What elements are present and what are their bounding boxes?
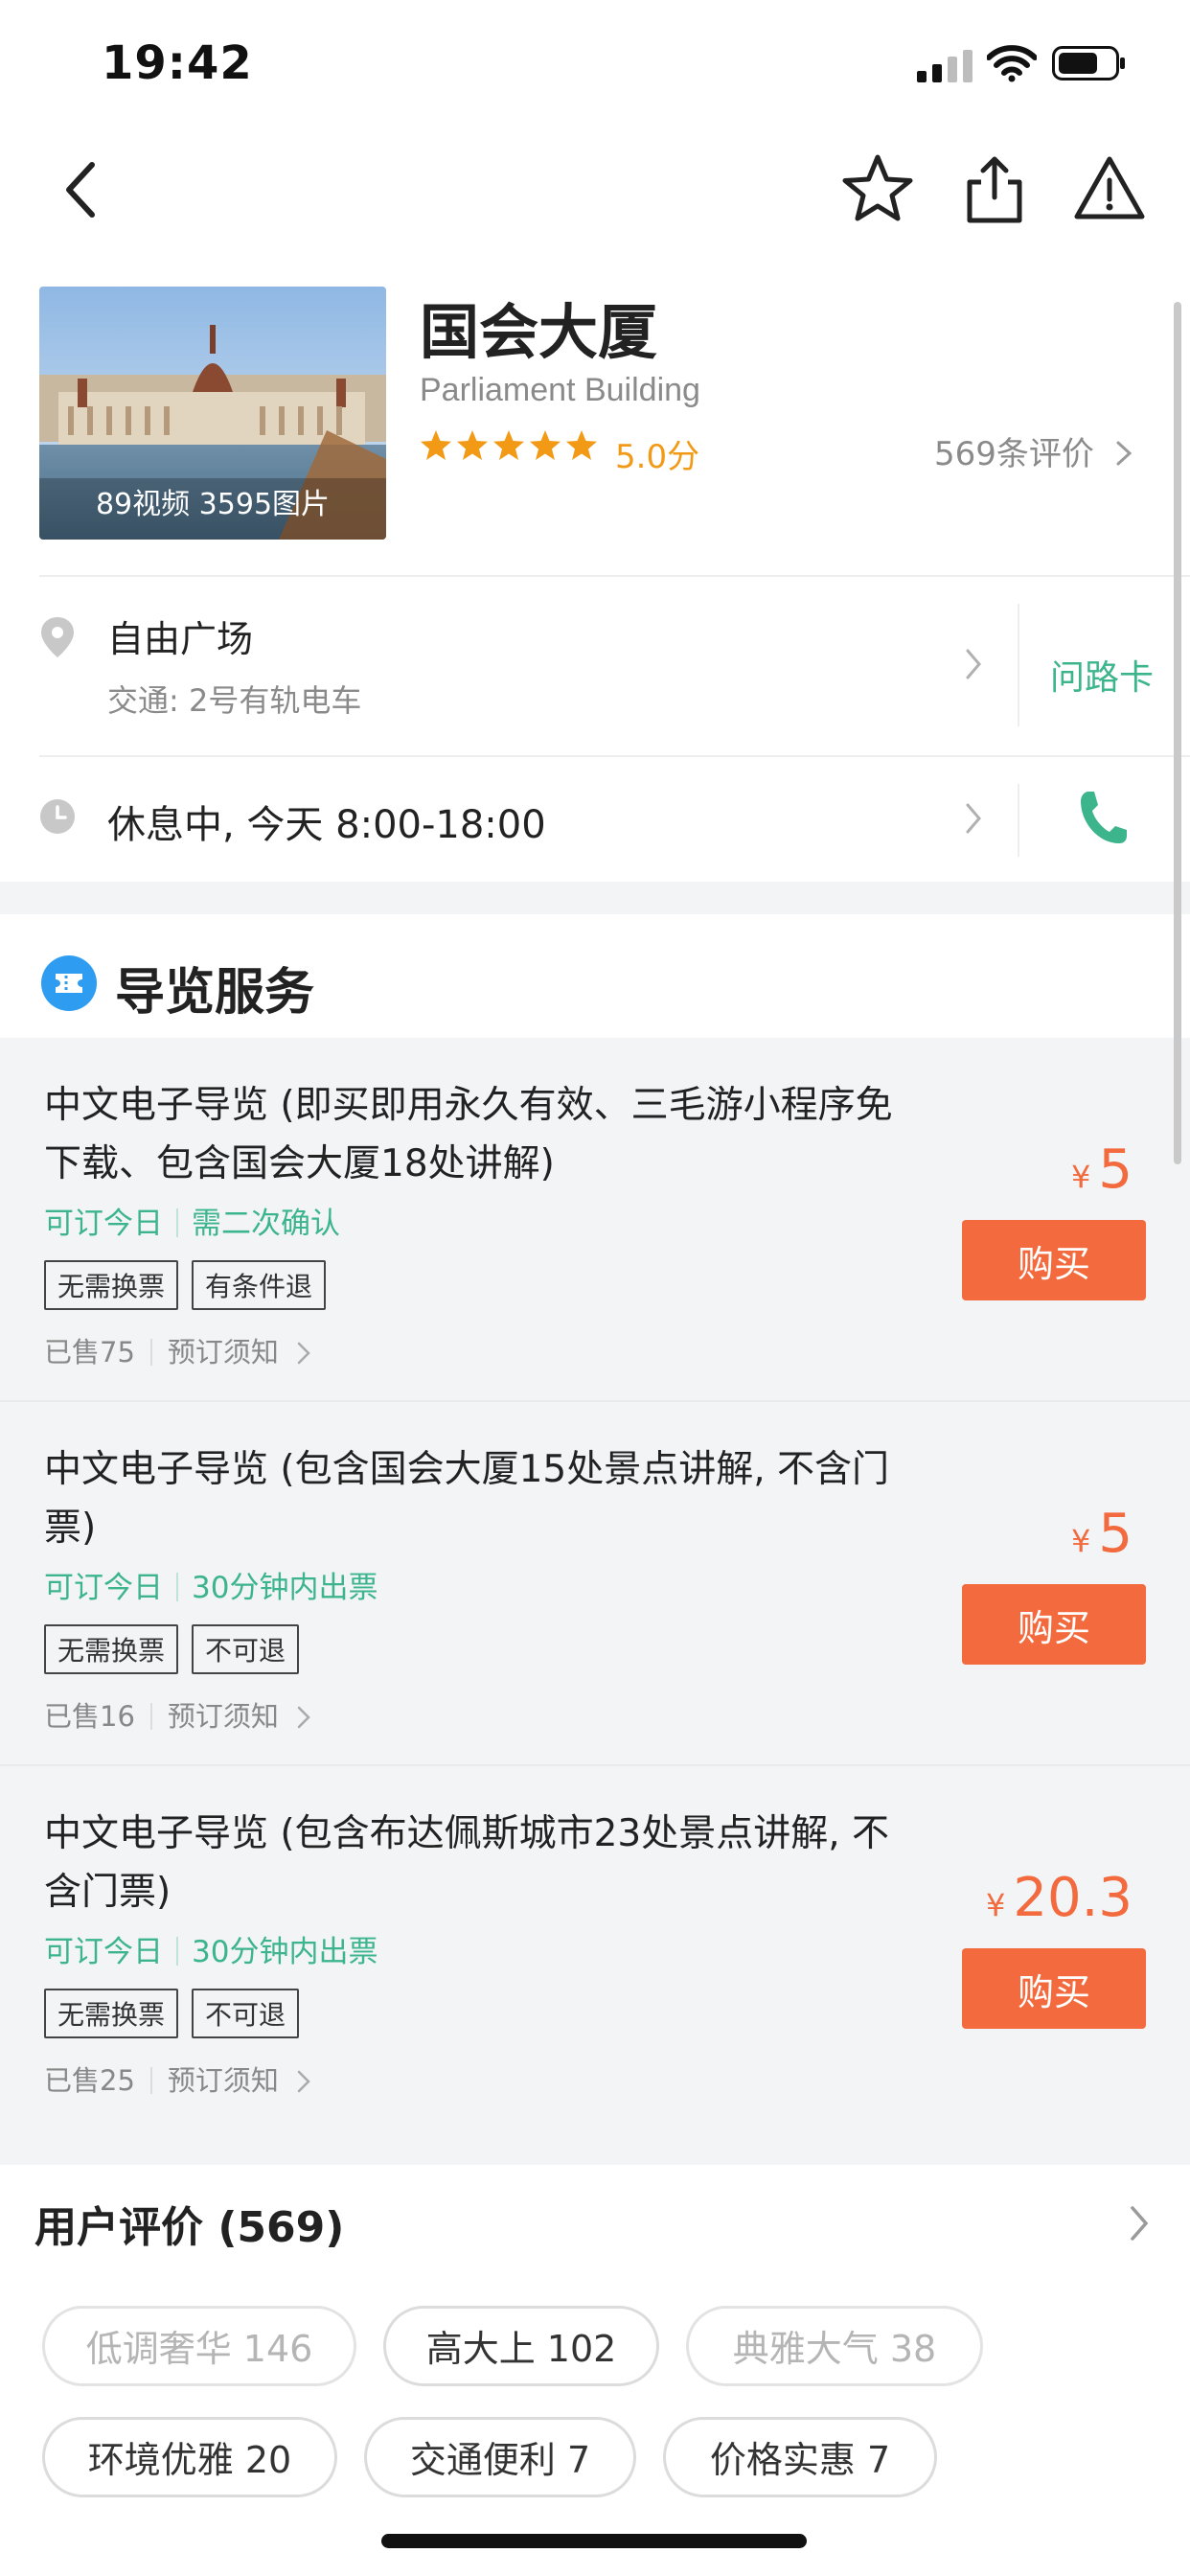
book-today-tag: 可订今日	[44, 1935, 163, 1969]
opening-hours: 休息中, 今天 8:00-18:00	[107, 803, 546, 847]
no-exchange-chip: 无需换票	[44, 1624, 179, 1674]
ticket-icon	[41, 955, 97, 1011]
currency-symbol: ¥	[985, 1887, 1006, 1923]
direction-card-button[interactable]: 问路卡	[1050, 650, 1154, 700]
cellular-signal-icon	[917, 50, 973, 82]
confirm-tag: 需二次确认	[192, 1207, 340, 1241]
guide-item[interactable]: 中文电子导览 (包含国会大厦15处景点讲解, 不含门票) 可订今日 30分钟内出票…	[0, 1402, 1190, 1766]
chevron-right-icon	[966, 649, 981, 679]
price-value: 5	[1098, 1138, 1133, 1201]
booking-notice-link[interactable]: 预订须知	[168, 1336, 279, 1368]
refund-policy-chip: 有条件退	[192, 1260, 327, 1310]
no-exchange-chip: 无需换票	[44, 1989, 179, 2038]
booking-notice-link[interactable]: 预订须知	[168, 1700, 279, 1733]
location-name: 自由广场	[107, 618, 254, 660]
book-today-tag: 可订今日	[44, 1207, 163, 1241]
buy-button[interactable]: 购买	[962, 1220, 1146, 1300]
currency-symbol: ¥	[1071, 1523, 1091, 1559]
chevron-right-icon	[966, 803, 981, 834]
ticket-issue-tag: 30分钟内出票	[192, 1571, 378, 1605]
review-tag[interactable]: 高大上 102	[383, 2306, 659, 2386]
section-gap	[0, 2130, 1190, 2165]
chevron-right-icon	[297, 1342, 310, 1365]
currency-symbol: ¥	[1071, 1159, 1091, 1195]
battery-icon	[1052, 46, 1125, 80]
home-indicator[interactable]	[381, 2534, 807, 2548]
guide-item[interactable]: 中文电子导览 (即买即用永久有效、三毛游小程序免下载、包含国会大厦18处讲解) …	[0, 1038, 1190, 1402]
guide-item-price: ¥20.3	[986, 1867, 1133, 1929]
wifi-icon	[987, 45, 1037, 82]
book-today-tag: 可订今日	[44, 1571, 163, 1605]
guide-item-meta: 已售75 预订须知	[44, 1330, 312, 1370]
guide-item-tags: 可订今日 30分钟内出票	[44, 1563, 378, 1606]
guide-item-chips: 无需换票 有条件退	[44, 1260, 339, 1310]
refund-policy-chip: 不可退	[192, 1624, 300, 1674]
refund-policy-chip: 不可退	[192, 1989, 300, 2038]
scrollbar[interactable]	[1174, 302, 1181, 1164]
attraction-subtitle: Parliament Building	[420, 372, 700, 408]
attraction-title: 国会大厦	[420, 297, 658, 367]
guide-item-price: ¥5	[1071, 1503, 1133, 1565]
review-tag[interactable]: 低调奢华 146	[42, 2306, 356, 2386]
review-count: 569条评价	[934, 435, 1094, 473]
price-value: 20.3	[1013, 1867, 1133, 1929]
status-time: 19:42	[102, 36, 253, 90]
attraction-photo[interactable]: 89视频 3595图片	[39, 287, 386, 540]
star-icon	[493, 430, 524, 460]
booking-notice-link[interactable]: 预订须知	[168, 2064, 279, 2097]
star-icon	[421, 430, 451, 460]
chevron-right-icon	[1131, 2206, 1149, 2241]
no-exchange-chip: 无需换票	[44, 1260, 179, 1310]
chevron-right-icon	[1116, 441, 1132, 466]
report-warning-icon[interactable]	[1069, 150, 1150, 230]
phone-icon[interactable]	[1077, 788, 1129, 847]
review-tag[interactable]: 交通便利 7	[364, 2417, 636, 2497]
review-count-link[interactable]: 569条评价	[934, 427, 1135, 474]
guide-service-title: 导览服务	[115, 964, 315, 1022]
buy-button[interactable]: 购买	[962, 1584, 1146, 1665]
guide-item-title: 中文电子导览 (包含布达佩斯城市23处景点讲解, 不含门票)	[44, 1812, 890, 1914]
user-reviews-title: 用户评价 (569)	[34, 2203, 345, 2252]
location-pin-icon	[41, 617, 74, 657]
rating-score: 5.0分	[615, 438, 700, 476]
guide-item-tags: 可订今日 30分钟内出票	[44, 1927, 378, 1970]
guide-list: 中文电子导览 (即买即用永久有效、三毛游小程序免下载、包含国会大厦18处讲解) …	[0, 1038, 1190, 2130]
divider	[1018, 604, 1019, 726]
star-icon	[530, 430, 561, 460]
star-icon	[457, 430, 488, 460]
chevron-right-icon	[297, 2070, 310, 2093]
clock-icon	[40, 799, 75, 834]
guide-item-chips: 无需换票 不可退	[44, 1624, 312, 1674]
sold-count: 已售75	[44, 1336, 135, 1368]
divider	[1018, 784, 1019, 857]
guide-item-meta: 已售25 预订须知	[44, 2058, 312, 2099]
sold-count: 已售16	[44, 1700, 135, 1733]
media-count: 89视频 3595图片	[95, 488, 331, 521]
price-value: 5	[1098, 1503, 1133, 1565]
favorite-star-icon[interactable]	[837, 150, 918, 230]
ticket-issue-tag: 30分钟内出票	[192, 1935, 378, 1969]
guide-item[interactable]: 中文电子导览 (包含布达佩斯城市23处景点讲解, 不含门票) 可订今日 30分钟内…	[0, 1766, 1190, 2130]
buy-button[interactable]: 购买	[962, 1948, 1146, 2029]
review-tag[interactable]: 环境优雅 20	[42, 2417, 337, 2497]
section-gap	[0, 882, 1190, 914]
guide-item-title: 中文电子导览 (即买即用永久有效、三毛游小程序免下载、包含国会大厦18处讲解)	[44, 1084, 893, 1185]
share-icon[interactable]	[954, 150, 1035, 230]
sold-count: 已售25	[44, 2064, 135, 2097]
chevron-right-icon	[297, 1706, 310, 1729]
guide-item-chips: 无需换票 不可退	[44, 1989, 312, 2038]
guide-item-title: 中文电子导览 (包含国会大厦15处景点讲解, 不含门票)	[44, 1448, 890, 1550]
guide-item-tags: 可订今日 需二次确认	[44, 1199, 340, 1242]
back-icon[interactable]	[42, 150, 123, 230]
star-icon	[566, 430, 597, 460]
location-row[interactable]	[0, 577, 1016, 755]
review-tag[interactable]: 典雅大气 38	[686, 2306, 983, 2386]
rating-stars	[421, 430, 597, 460]
guide-item-price: ¥5	[1071, 1138, 1133, 1201]
guide-item-meta: 已售16 预订须知	[44, 1694, 312, 1735]
review-tag[interactable]: 价格实惠 7	[663, 2417, 937, 2497]
transport-info: 交通: 2号有轨电车	[107, 682, 362, 719]
